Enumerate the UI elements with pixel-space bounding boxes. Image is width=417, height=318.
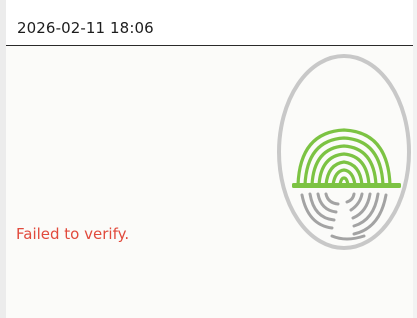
device-screen: 2026-02-11 18:06 Failed to verify. bbox=[0, 0, 417, 318]
verify-status-message: Failed to verify. bbox=[16, 225, 130, 243]
datetime-label: 2026-02-11 18:06 bbox=[17, 19, 154, 37]
fingerprint-icon bbox=[277, 54, 411, 250]
status-bar: 2026-02-11 18:06 bbox=[6, 0, 413, 46]
fingerprint-scanner bbox=[274, 50, 417, 255]
